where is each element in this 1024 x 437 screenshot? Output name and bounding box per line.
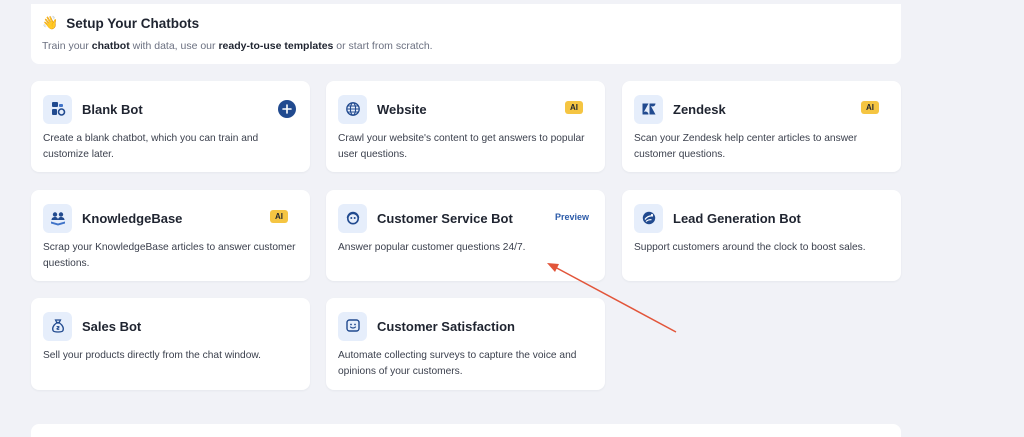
card-description: Answer popular customer questions 24/7. — [338, 242, 526, 253]
bot-blocks-icon — [43, 94, 72, 124]
card-title: Customer Satisfaction — [377, 318, 515, 334]
setup-header: 👋 Setup Your Chatbots Train your chatbot… — [31, 4, 901, 64]
template-card-customer-satisfaction[interactable]: Customer Satisfaction Automate collectin… — [326, 298, 605, 390]
template-card-lead-generation-bot[interactable]: Lead Generation Bot Support customers ar… — [622, 190, 901, 281]
smiley-chat-icon — [338, 311, 367, 341]
template-card-zendesk[interactable]: Zendesk AI Scan your Zendesk help center… — [622, 81, 901, 172]
card-title: Website — [377, 101, 427, 117]
plus-icon — [282, 104, 292, 114]
card-description: Scrap your KnowledgeBase articles to ans… — [43, 242, 296, 269]
ai-badge: AI — [270, 210, 288, 223]
card-title: KnowledgeBase — [82, 210, 183, 226]
card-description: Support customers around the clock to bo… — [634, 242, 866, 253]
page-title: Setup Your Chatbots — [66, 15, 200, 31]
zendesk-logo-icon — [634, 94, 663, 124]
subtitle-chatbot: chatbot — [91, 40, 130, 52]
card-title: Blank Bot — [82, 101, 143, 117]
card-title: Sales Bot — [82, 318, 142, 334]
next-section-card — [31, 424, 901, 437]
ai-badge: AI — [861, 101, 879, 114]
preview-link[interactable]: Preview — [555, 212, 589, 222]
card-description: Create a blank chatbot, which you can tr… — [43, 133, 259, 160]
ai-badge: AI — [565, 101, 583, 114]
card-title: Zendesk — [673, 101, 726, 117]
page-subtitle: Train your chatbot with data, use our re… — [42, 40, 433, 52]
card-description: Scan your Zendesk help center articles t… — [634, 133, 858, 160]
waving-hand-icon: 👋 — [42, 15, 59, 30]
card-description: Sell your products directly from the cha… — [43, 350, 261, 361]
headset-icon — [338, 203, 367, 233]
subtitle-templates: ready-to-use templates — [218, 40, 334, 52]
money-bag-icon — [43, 311, 72, 341]
people-book-icon — [43, 203, 72, 233]
card-description: Crawl your website's content to get answ… — [338, 133, 585, 160]
globe-icon — [338, 94, 367, 124]
add-blank-bot-button[interactable] — [278, 100, 296, 118]
template-card-website[interactable]: Website AI Crawl your website's content … — [326, 81, 605, 172]
card-title: Lead Generation Bot — [673, 210, 801, 226]
template-card-blank-bot[interactable]: Blank Bot Create a blank chatbot, which … — [31, 81, 310, 172]
template-card-knowledgebase[interactable]: KnowledgeBase AI Scrap your KnowledgeBas… — [31, 190, 310, 281]
template-card-sales-bot[interactable]: Sales Bot Sell your products directly fr… — [31, 298, 310, 390]
card-description: Automate collecting surveys to capture t… — [338, 350, 577, 377]
setup-title-row: 👋 Setup Your Chatbots — [42, 15, 901, 31]
card-title: Customer Service Bot — [377, 210, 513, 226]
satellite-dish-icon — [634, 203, 663, 233]
template-card-customer-service-bot[interactable]: Customer Service Bot Preview Answer popu… — [326, 190, 605, 281]
